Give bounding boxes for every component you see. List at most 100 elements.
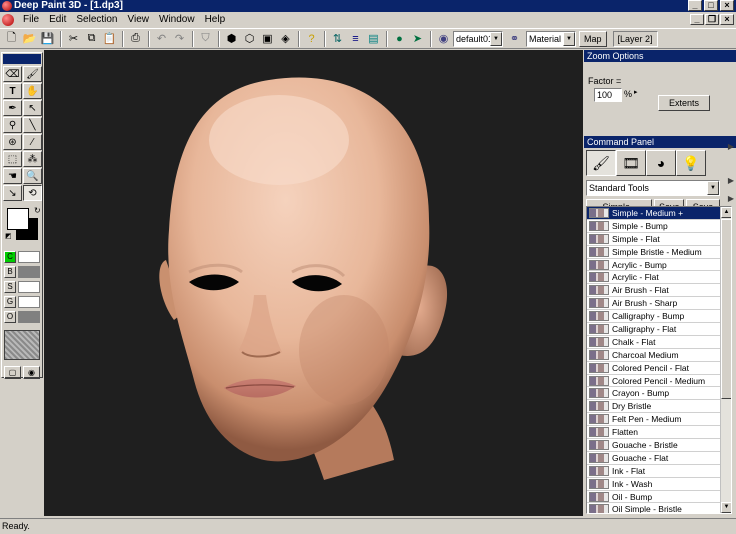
brush-list-item[interactable]: Air Brush - Flat — [587, 284, 731, 298]
scroll-down-icon[interactable]: ▼ — [721, 502, 731, 513]
pointer-icon[interactable]: ↖ — [23, 100, 42, 116]
brush-list-item[interactable]: Charcoal Medium — [587, 349, 731, 362]
document-icon[interactable] — [2, 14, 14, 26]
panel-arrow-icon[interactable]: ▶ — [728, 142, 734, 151]
brush-list-item[interactable]: Ink - Wash — [587, 478, 731, 491]
texture-preview[interactable] — [4, 330, 40, 360]
shield-icon[interactable]: ⛉ — [197, 30, 214, 47]
paint-tools-tab-icon[interactable]: 🖌 — [586, 150, 616, 176]
brush-list-item[interactable]: Flatten — [587, 426, 731, 440]
object-icon[interactable]: ⬢ — [223, 30, 240, 47]
title-bar[interactable]: Deep Paint 3D - [1.dp3] _ □ × — [0, 0, 736, 12]
channel-shininess-bar[interactable] — [18, 281, 40, 293]
paste-icon[interactable]: 📋 — [101, 30, 118, 47]
zoom-factor-input[interactable]: 100 — [594, 88, 622, 102]
scroll-thumb[interactable] — [721, 219, 731, 399]
swap-colors-icon[interactable]: ↻ — [34, 206, 41, 215]
brush-list-item[interactable]: Chalk - Flat — [587, 336, 731, 349]
chevron-down-icon[interactable]: ▼ — [563, 31, 575, 46]
move-icon[interactable]: ↘ — [3, 185, 22, 201]
unit-arrow-icon[interactable]: ▸ — [634, 88, 638, 96]
hand-icon[interactable]: ✋ — [23, 83, 42, 99]
doc-restore-button[interactable]: ❐ — [705, 14, 719, 25]
brush-list-item[interactable]: Acrylic - Flat — [587, 271, 731, 285]
brush-list-scrollbar[interactable]: ▲ ▼ — [720, 207, 731, 513]
material-mode-select[interactable]: Material # ▼ — [526, 30, 576, 47]
tool-set-select[interactable]: Standard Tools ▼ — [586, 180, 720, 196]
brush-list-item[interactable]: Colored Pencil - Medium — [587, 375, 731, 388]
brush-list-item[interactable]: Felt Pen - Medium — [587, 413, 731, 427]
open-folder-icon[interactable]: 📂 — [21, 30, 38, 47]
projection-tab-icon[interactable]: 🎞 — [616, 150, 646, 176]
channel-glow-toggle[interactable]: G — [4, 296, 16, 308]
sphere-green-icon[interactable]: ● — [391, 30, 408, 47]
lighting-tab-icon[interactable]: 💡 — [676, 150, 706, 176]
brush-list-item[interactable]: Crayon - Bump — [587, 387, 731, 401]
channel-color-toggle[interactable]: C — [4, 251, 16, 263]
link-icon[interactable]: ⚭ — [506, 30, 523, 47]
menu-view[interactable]: View — [123, 12, 155, 28]
menu-selection[interactable]: Selection — [71, 12, 122, 28]
cut-icon[interactable]: ✂ — [65, 30, 82, 47]
doc-minimize-button[interactable]: _ — [690, 14, 704, 25]
menu-file[interactable]: File — [18, 12, 44, 28]
save-icon[interactable]: 💾 — [39, 30, 56, 47]
new-file-icon[interactable]: 🗋 — [3, 30, 20, 47]
projection-icon[interactable]: ⇅ — [329, 30, 346, 47]
eraser-icon[interactable]: ⌫ — [3, 66, 22, 82]
doc-close-button[interactable]: × — [720, 14, 734, 25]
foreground-color[interactable] — [7, 208, 29, 230]
brush-list-item[interactable]: Simple - Medium + — [587, 207, 731, 220]
brush-list-item[interactable]: Oil Simple - Bristle — [587, 503, 731, 513]
menu-window[interactable]: Window — [154, 12, 200, 28]
brush-list-item[interactable]: Air Brush - Sharp — [587, 297, 731, 311]
brush-list-item[interactable]: Simple - Bump — [587, 220, 731, 233]
wand-icon[interactable]: ⁂ — [23, 151, 42, 167]
undo-icon[interactable]: ↶ — [153, 30, 170, 47]
material-set-select[interactable]: default011 ▼ — [453, 30, 503, 47]
line-icon[interactable]: ╲ — [23, 117, 42, 133]
command-panel-title[interactable]: Command Panel — [584, 136, 736, 148]
minimize-button[interactable]: _ — [688, 0, 702, 11]
materials-tab-icon[interactable]: ◕ — [646, 150, 676, 176]
light-icon[interactable]: ◈ — [277, 30, 294, 47]
chevron-down-icon[interactable]: ▼ — [707, 181, 719, 195]
close-button[interactable]: × — [720, 0, 734, 11]
preset-arrow-icon[interactable]: ▶ — [728, 194, 734, 203]
channel-glow-bar[interactable] — [18, 296, 40, 308]
channel-color-bar[interactable] — [18, 251, 40, 263]
mode-circle-icon[interactable]: ◉ — [23, 366, 40, 379]
brush-list-item[interactable]: Colored Pencil - Flat — [587, 362, 731, 375]
text-icon[interactable]: T — [3, 83, 22, 99]
brush-list-item[interactable]: Calligraphy - Flat — [587, 323, 731, 336]
brush-list-item[interactable]: Ink - Flat — [587, 465, 731, 478]
chevron-down-icon[interactable]: ▼ — [490, 31, 502, 46]
brush-list-item[interactable]: Simple Bristle - Medium — [587, 246, 731, 259]
app-icon[interactable] — [2, 1, 12, 11]
eyedropper-icon[interactable]: ⁄ — [23, 134, 42, 150]
sphere-arrow-icon[interactable]: ➤ — [409, 30, 426, 47]
brush-list-item[interactable]: Oil - Bump — [587, 491, 731, 504]
scroll-up-icon[interactable]: ▲ — [721, 207, 731, 218]
layer-stack-icon[interactable]: ≡ — [347, 30, 364, 47]
rotate-icon[interactable]: ⟲ — [23, 185, 42, 201]
marquee-icon[interactable]: ⬚ — [3, 151, 22, 167]
brush-list-item[interactable]: Gouache - Bristle — [587, 439, 731, 452]
menu-help[interactable]: Help — [200, 12, 231, 28]
smudge-icon[interactable]: ⊛ — [3, 134, 22, 150]
brush-list-item[interactable]: Acrylic - Bump — [587, 259, 731, 272]
extents-button[interactable]: Extents — [658, 95, 710, 111]
3d-viewport[interactable] — [44, 50, 583, 516]
palette-caption[interactable] — [3, 54, 41, 64]
map-button[interactable]: Map — [579, 30, 607, 47]
globe-icon[interactable]: ◉ — [435, 30, 452, 47]
print-icon[interactable]: ⎙ — [127, 30, 144, 47]
brush-list-item[interactable]: Gouache - Flat — [587, 452, 731, 465]
channel-bump-bar[interactable] — [18, 266, 40, 278]
maximize-button[interactable]: □ — [704, 0, 718, 11]
stamp-icon[interactable]: ⚲ — [3, 117, 22, 133]
copy-icon[interactable]: ⧉ — [83, 30, 100, 47]
brush-list-item[interactable]: Dry Bristle — [587, 400, 731, 414]
menu-edit[interactable]: Edit — [44, 12, 71, 28]
mode-square-icon[interactable]: ▢ — [4, 366, 21, 379]
